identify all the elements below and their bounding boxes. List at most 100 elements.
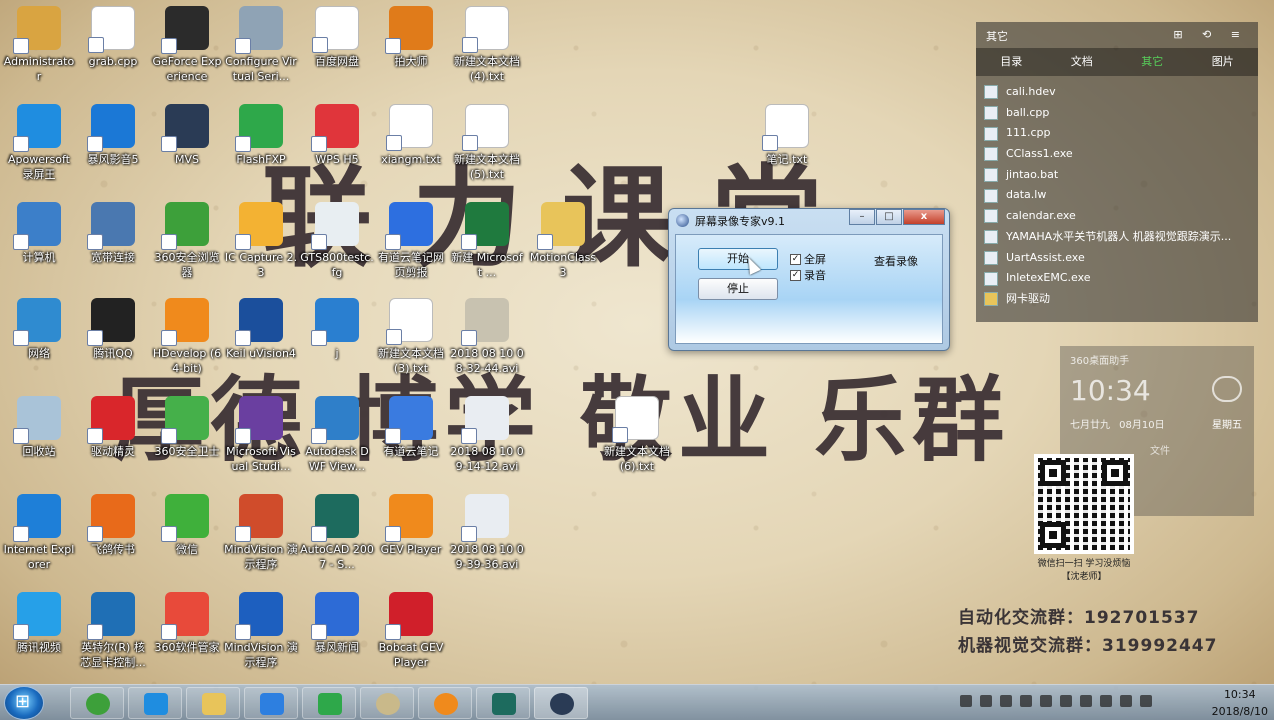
desktop-icon[interactable]: 暴风新闻 [300,592,374,655]
desktop-icon[interactable]: 驱动精灵 [76,396,150,459]
desktop-icon[interactable]: 拍大师 [374,6,448,69]
list-item[interactable]: CClass1.exe [984,144,1250,165]
desktop-icon[interactable]: grab.cpp [76,6,150,69]
taskbar-app-excel[interactable] [302,687,356,719]
desktop-icon[interactable]: 百度网盘 [300,6,374,69]
tray-clock[interactable]: 10:34 2018/8/10 [1212,685,1268,720]
tray-icon[interactable] [1060,695,1072,707]
list-item[interactable]: 网卡驱动 [984,289,1250,310]
taskbar-app-wps[interactable] [244,687,298,719]
taskbar-app-explorer[interactable] [186,687,240,719]
list-item[interactable]: UartAssist.exe [984,248,1250,269]
desktop-icon[interactable]: MVS [150,104,224,167]
start-button[interactable] [4,686,44,720]
list-item[interactable]: InletexEMC.exe [984,268,1250,289]
tray-icon[interactable] [1040,695,1052,707]
desktop-icon[interactable]: 笔记.txt [750,104,824,167]
app-icon [161,298,209,346]
desktop-icon[interactable]: 暴风影音5 [76,104,150,167]
list-item[interactable]: data.lw [984,185,1250,206]
taskbar-app-browser[interactable] [70,687,124,719]
desktop-icon[interactable]: 新建文本文档 (4).txt [450,6,524,84]
desktop-icon[interactable]: 2018 08 10 09-39-36.avi [450,494,524,572]
desktop-icon[interactable]: 回收站 [2,396,76,459]
fullscreen-checkbox[interactable]: ✓ 全屏 [790,251,826,267]
desktop-icon[interactable]: Apowersoft 录屏王 [2,104,76,182]
desktop-icon[interactable]: 新建 Microsoft ... [450,202,524,280]
desktop-icon[interactable]: Configure Virtual Seri... [224,6,298,84]
tab-other[interactable]: 其它 [1117,48,1188,76]
desktop-icon[interactable]: GTS800testc.fg [300,202,374,280]
desktop-icon[interactable]: Keil uVision4 [224,298,298,361]
stop-button[interactable]: 停止 [698,278,778,300]
tab-pictures[interactable]: 图片 [1188,48,1259,76]
maximize-button[interactable]: □ [876,209,902,225]
desktop-icon[interactable]: 飞鸽传书 [76,494,150,557]
list-item[interactable]: 111.cpp [984,123,1250,144]
widget-files-button[interactable]: 文件 [1150,442,1170,457]
desktop-icon[interactable]: 腾讯QQ [76,298,150,361]
taskbar-app-mvs[interactable] [534,687,588,719]
tray-icon[interactable] [1000,695,1012,707]
taskbar-app-recorder[interactable] [128,687,182,719]
tray-icon[interactable] [1080,695,1092,707]
desktop-icon[interactable]: 微信 [150,494,224,557]
list-item[interactable]: YAMAHA水平关节机器人 机器视觉跟踪演示... [984,227,1250,248]
desktop-icon[interactable]: 360安全浏览器 [150,202,224,280]
taskbar-app-hdevelop[interactable] [418,687,472,719]
list-item[interactable]: ball.cpp [984,103,1250,124]
desktop-icon[interactable]: HDevelop (64-bit) [150,298,224,376]
audio-checkbox[interactable]: ✓ 录音 [790,267,826,283]
desktop-icon[interactable]: GeForce Experience [150,6,224,84]
desktop-icon[interactable]: 腾讯视频 [2,592,76,655]
desktop-icon[interactable]: AutoCAD 2007 - S... [300,494,374,572]
desktop-icon[interactable]: 2018 08 10 08-32-44.avi [450,298,524,376]
desktop-icon[interactable]: j [300,298,374,361]
fence-tools-icon[interactable]: ⊞ ⟲ ≡ [1173,28,1248,41]
desktop-icon[interactable]: xiangm.txt [374,104,448,167]
desktop-icon[interactable]: 新建文本文档 (3).txt [374,298,448,376]
view-recordings-link[interactable]: 查看录像 [874,253,918,269]
desktop-icon[interactable]: MotionClass 3 [526,202,600,280]
desktop-icon[interactable]: 有道云笔记 [374,396,448,459]
tray-icon[interactable] [960,695,972,707]
desktop-icon[interactable]: WPS H5 [300,104,374,167]
tab-directory[interactable]: 目录 [976,48,1047,76]
desktop-icon[interactable]: 宽带连接 [76,202,150,265]
desktop-icon[interactable]: Autodesk DWF View... [300,396,374,474]
desktop-icon[interactable]: Internet Explorer [2,494,76,572]
list-item[interactable]: calendar.exe [984,206,1250,227]
desktop-icon[interactable]: 2018 08 10 09-14-12.avi [450,396,524,474]
app-icon [385,202,433,250]
desktop-icon[interactable]: Microsoft Visual Studi... [224,396,298,474]
list-item[interactable]: jintao.bat [984,165,1250,186]
network-icon[interactable] [1120,695,1132,707]
tray-icon[interactable] [1100,695,1112,707]
screen-recorder-window[interactable]: 屏幕录像专家v9.1 – □ x 开始 停止 ✓ 全屏 ✓ 录音 查看录像 [668,208,950,351]
close-button[interactable]: x [903,209,945,225]
desktop-icon[interactable]: 360软件管家 [150,592,224,655]
desktop-icon[interactable]: Bobcat GEV Player [374,592,448,670]
desktop-icon[interactable]: MindVision 演示程序 [224,494,298,572]
desktop-icon[interactable]: MindVision 演示程序 [224,592,298,670]
tab-documents[interactable]: 文档 [1047,48,1118,76]
desktop-icon[interactable]: 新建文本文档 (5).txt [450,104,524,182]
desktop-icon[interactable]: Administrator [2,6,76,84]
desktop-icon[interactable]: 新建文本文档 (6).txt [600,396,674,474]
list-item[interactable]: cali.hdev [984,82,1250,103]
tray-icon[interactable] [980,695,992,707]
desktop-icon[interactable]: 网络 [2,298,76,361]
tray-icon[interactable] [1020,695,1032,707]
desktop-icon[interactable]: GEV Player [374,494,448,557]
desktop-icon[interactable]: IC Capture 2.3 [224,202,298,280]
desktop-icon[interactable]: 360安全卫士 [150,396,224,459]
desktop-icon[interactable]: FlashFXP [224,104,298,167]
desktop-icon[interactable]: 英特尔(R) 核芯显卡控制... [76,592,150,670]
desktop-icon[interactable]: 计算机 [2,202,76,265]
volume-icon[interactable] [1140,695,1152,707]
start-button[interactable]: 开始 [698,248,778,270]
minimize-button[interactable]: – [849,209,875,225]
taskbar-app-autocad[interactable] [476,687,530,719]
desktop-icon[interactable]: 有道云笔记网页剪报 [374,202,448,280]
taskbar-app-paint[interactable] [360,687,414,719]
